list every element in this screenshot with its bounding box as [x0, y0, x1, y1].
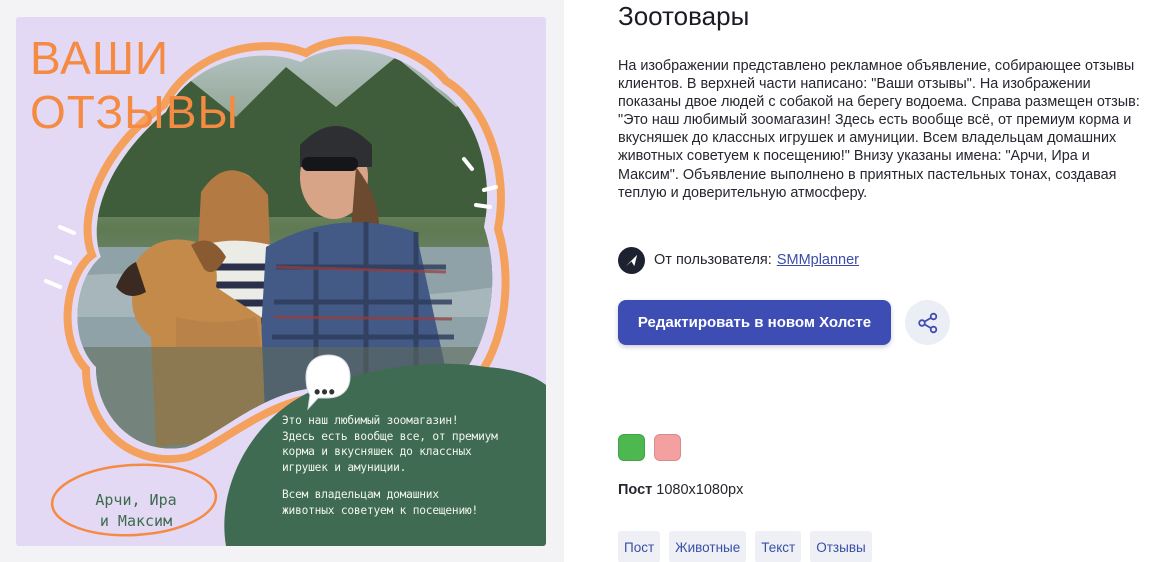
edit-in-canvas-button[interactable]: Редактировать в новом Холсте — [618, 300, 891, 345]
send-arrow-icon — [618, 246, 645, 274]
review-text-1: Это наш любимый зоомагазин! Здесь есть в… — [282, 414, 498, 474]
tag-list: Пост Животные Текст Отзывы — [618, 531, 872, 562]
template-title: Зоотовары — [618, 1, 750, 31]
preview-panel: ВАШИ ОТЗЫВЫ ••• Это наш любимый зоомагаз… — [0, 0, 564, 562]
poster-title: ВАШИ ОТЗЫВЫ — [30, 32, 240, 138]
color-swatch-pink[interactable] — [654, 434, 681, 461]
share-button[interactable] — [905, 300, 950, 345]
bubble-dots: ••• — [314, 381, 336, 402]
format-label: Пост — [618, 482, 653, 498]
template-description: На изображении представлено рекламное об… — [618, 58, 1140, 201]
tag-post[interactable]: Пост — [618, 531, 661, 562]
color-swatch-green[interactable] — [618, 434, 645, 461]
author-prefix: От пользователя: — [654, 252, 772, 268]
review-text-2: Всем владельцам домашних животных совету… — [282, 488, 479, 517]
author-line: От пользователя: SMMplanner — [618, 246, 859, 274]
color-swatches — [618, 434, 681, 461]
tag-text[interactable]: Текст — [755, 531, 802, 562]
poster-image: ВАШИ ОТЗЫВЫ ••• Это наш любимый зоомагаз… — [16, 17, 546, 546]
tag-animals[interactable]: Животные — [669, 531, 747, 562]
author-link[interactable]: SMMplanner — [777, 252, 859, 268]
customer-names: Арчи, Ира и Максим — [95, 491, 177, 530]
format-value: 1080x1080px — [656, 482, 744, 498]
tag-reviews[interactable]: Отзывы — [810, 531, 872, 562]
review-text: Это наш любимый зоомагазин! Здесь есть в… — [282, 413, 532, 530]
format-size: Пост 1080x1080px — [618, 482, 743, 498]
share-icon — [917, 312, 937, 333]
